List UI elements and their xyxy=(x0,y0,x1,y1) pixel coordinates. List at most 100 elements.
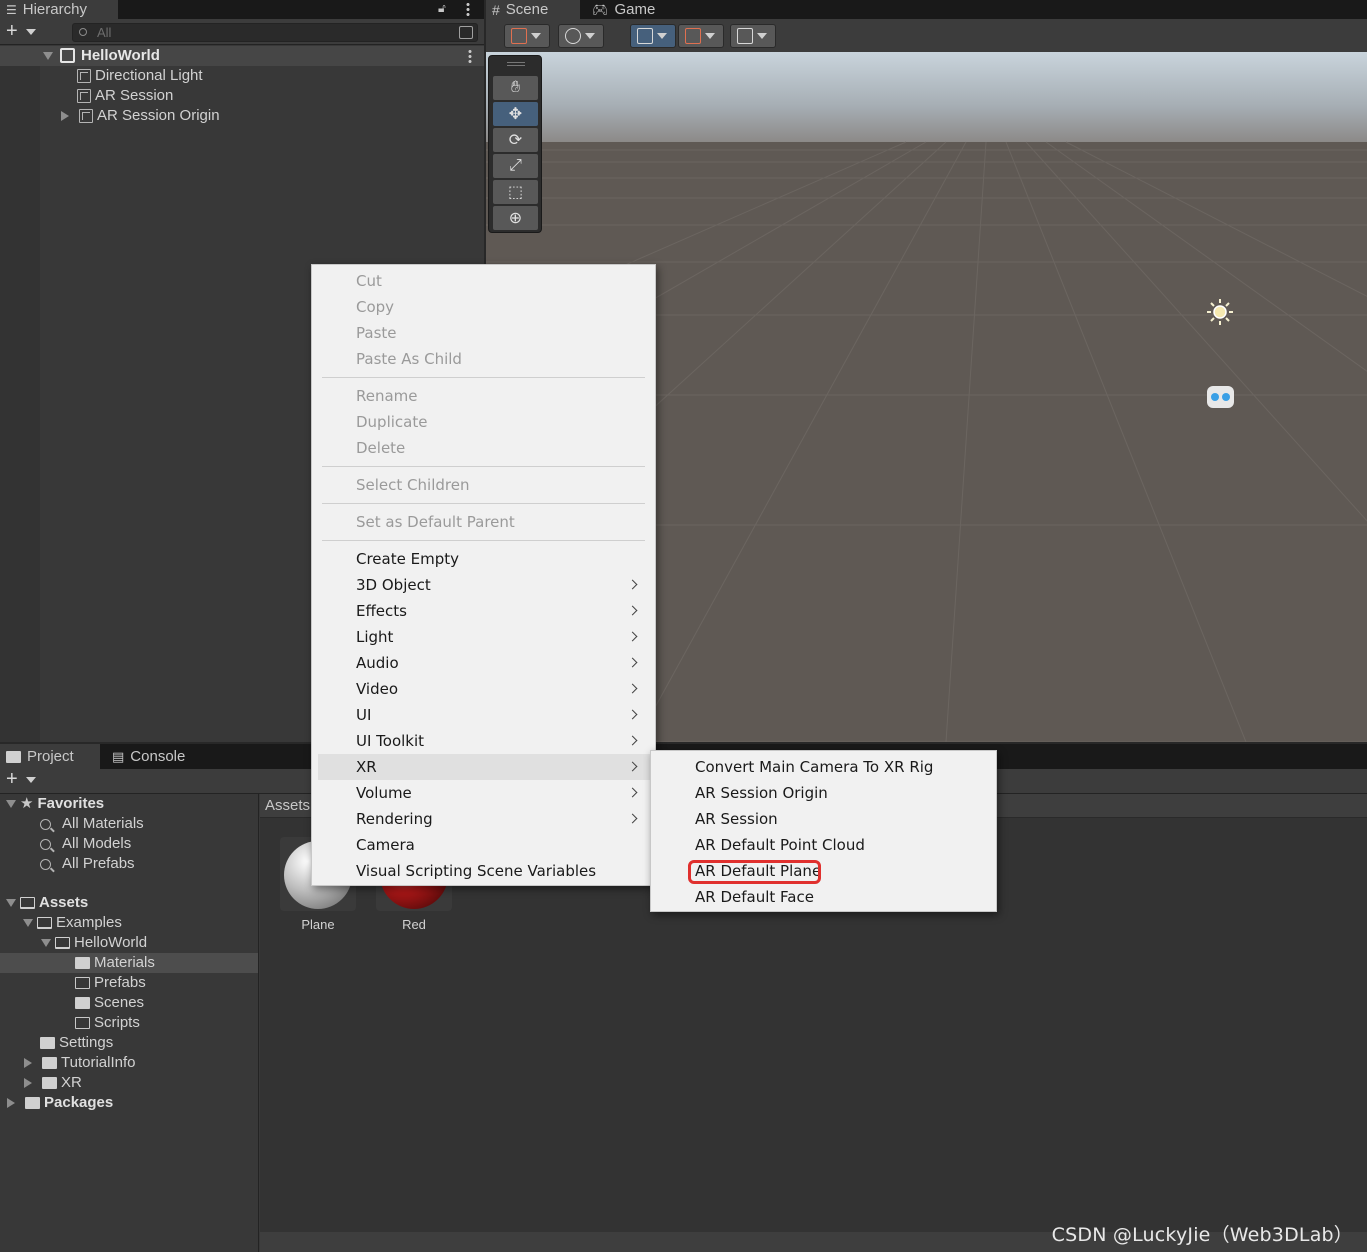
expand-arrow-icon[interactable] xyxy=(7,1098,15,1108)
chevron-right-icon xyxy=(627,657,638,668)
expand-arrow-icon[interactable] xyxy=(61,111,69,121)
breadcrumb-assets[interactable]: Assets xyxy=(265,797,310,814)
menu-item-paste[interactable]: Paste xyxy=(318,320,650,346)
hierarchy-menu-icon[interactable] xyxy=(466,2,470,16)
menu-item-xr[interactable]: XR xyxy=(318,754,650,780)
folder-icon xyxy=(25,1097,40,1109)
menu-item-volume[interactable]: Volume xyxy=(318,780,650,806)
hierarchy-item-directional-light[interactable]: Directional Light xyxy=(77,66,203,86)
menu-item-ui-toolkit[interactable]: UI Toolkit xyxy=(318,728,650,754)
rotate-tool-button[interactable]: ⟳ xyxy=(493,128,538,152)
tree-packages[interactable]: Packages xyxy=(7,1093,113,1113)
context-menu: Cut Copy Paste Paste As Child Rename Dup… xyxy=(311,264,656,886)
gameobject-icon xyxy=(77,69,91,83)
tab-project[interactable]: Project xyxy=(0,744,100,769)
tab-hierarchy-label: Hierarchy xyxy=(22,0,87,18)
menu-item-cut[interactable]: Cut xyxy=(318,268,650,294)
collapse-arrow-icon[interactable] xyxy=(6,800,16,808)
menu-item-rename[interactable]: Rename xyxy=(318,383,650,409)
expand-arrow-icon[interactable] xyxy=(24,1058,32,1068)
tree-scenes[interactable]: Scenes xyxy=(75,993,144,1013)
scene-menu-icon[interactable] xyxy=(468,49,472,63)
project-tree: ★ Favorites All Materials All Models All… xyxy=(0,794,259,1252)
menu-item-copy[interactable]: Copy xyxy=(318,294,650,320)
menu-item-duplicate[interactable]: Duplicate xyxy=(318,409,650,435)
tree-all-prefabs[interactable]: All Prefabs xyxy=(40,854,135,874)
tab-console[interactable]: ▤ Console xyxy=(106,744,193,769)
tree-xr[interactable]: XR xyxy=(24,1073,82,1093)
search-placeholder: All xyxy=(97,25,112,40)
tree-tutorialinfo[interactable]: TutorialInfo xyxy=(24,1053,135,1073)
hierarchy-search-input[interactable]: All xyxy=(72,23,478,42)
menu-item-delete[interactable]: Delete xyxy=(318,435,650,461)
scale-tool-button[interactable]: ⤢ xyxy=(493,154,538,178)
hand-tool-button[interactable]: ✋︎ xyxy=(493,76,538,100)
hierarchy-item-label: AR Session Origin xyxy=(97,107,220,124)
tree-favorites[interactable]: ★ Favorites xyxy=(6,794,104,814)
tree-all-materials[interactable]: All Materials xyxy=(40,814,144,834)
menu-item-select-children[interactable]: Select Children xyxy=(318,472,650,498)
menu-item-paste-as-child[interactable]: Paste As Child xyxy=(318,346,650,372)
create-asset-button[interactable]: + xyxy=(6,769,40,790)
chevron-right-icon xyxy=(627,709,638,720)
collapse-arrow-icon[interactable] xyxy=(43,52,53,60)
rect-tool-button[interactable]: ⬚ xyxy=(493,180,538,204)
menu-item-rendering[interactable]: Rendering xyxy=(318,806,650,832)
folder-icon xyxy=(6,750,21,763)
menu-item-visual-scripting-scene-variables[interactable]: Visual Scripting Scene Variables xyxy=(318,858,650,884)
scene-row[interactable]: HelloWorld xyxy=(0,46,484,66)
tree-helloworld[interactable]: HelloWorld xyxy=(41,933,147,953)
collapse-arrow-icon[interactable] xyxy=(41,939,51,947)
tree-materials[interactable]: Materials xyxy=(75,953,155,973)
transform-tool-button[interactable]: ⊕ xyxy=(493,206,538,230)
chevron-right-icon xyxy=(627,735,638,746)
menu-item-camera[interactable]: Camera xyxy=(318,832,650,858)
menu-item-convert-main-camera[interactable]: Convert Main Camera To XR Rig xyxy=(657,754,993,780)
settings-label: Settings xyxy=(59,1034,114,1051)
create-button[interactable]: + xyxy=(6,21,40,42)
collapse-arrow-icon[interactable] xyxy=(6,899,16,907)
tree-prefabs[interactable]: Prefabs xyxy=(75,973,146,993)
menu-separator xyxy=(322,540,645,541)
move-tool-button[interactable]: ✥ xyxy=(493,102,538,126)
rotate-icon: ⟳ xyxy=(508,132,523,149)
gameobject-icon xyxy=(79,109,93,123)
menu-item-set-default-parent[interactable]: Set as Default Parent xyxy=(318,509,650,535)
scene-filter-icon[interactable] xyxy=(459,26,473,39)
menu-item-video[interactable]: Video xyxy=(318,676,650,702)
tab-project-label: Project xyxy=(27,747,74,765)
menu-item-audio[interactable]: Audio xyxy=(318,650,650,676)
drag-handle[interactable] xyxy=(507,62,525,66)
hierarchy-item-ar-session-origin[interactable]: AR Session Origin xyxy=(61,106,220,126)
menu-item-ar-session[interactable]: AR Session xyxy=(657,806,993,832)
tree-all-models[interactable]: All Models xyxy=(40,834,131,854)
menu-item-ar-session-origin[interactable]: AR Session Origin xyxy=(657,780,993,806)
menu-item-label: 3D Object xyxy=(356,576,431,594)
menu-item-label: UI Toolkit xyxy=(356,732,425,750)
tree-scripts[interactable]: Scripts xyxy=(75,1013,140,1033)
scene-name: HelloWorld xyxy=(81,47,160,64)
folder-open-icon xyxy=(20,897,35,909)
menu-item-ar-default-face[interactable]: AR Default Face xyxy=(657,884,993,910)
collapse-arrow-icon[interactable] xyxy=(23,919,33,927)
menu-item-create-empty[interactable]: Create Empty xyxy=(318,546,650,572)
hierarchy-item-ar-session[interactable]: AR Session xyxy=(77,86,173,106)
chevron-right-icon xyxy=(627,631,638,642)
hand-icon: ✋︎ xyxy=(510,79,521,96)
menu-separator xyxy=(322,466,645,467)
expand-arrow-icon[interactable] xyxy=(24,1078,32,1088)
scale-icon: ⤢ xyxy=(509,157,522,174)
lock-icon[interactable]: 🔓︎ xyxy=(438,1,446,16)
tab-hierarchy[interactable]: ☰ Hierarchy xyxy=(0,0,118,19)
tree-examples[interactable]: Examples xyxy=(23,913,122,933)
tree-assets[interactable]: Assets xyxy=(6,893,88,913)
light-gizmo-icon[interactable] xyxy=(1206,298,1234,326)
menu-item-ui[interactable]: UI xyxy=(318,702,650,728)
ar-session-gizmo-icon[interactable] xyxy=(1207,386,1234,408)
menu-item-ar-default-point-cloud[interactable]: AR Default Point Cloud xyxy=(657,832,993,858)
menu-item-3d-object[interactable]: 3D Object xyxy=(318,572,650,598)
folder-icon xyxy=(40,1037,55,1049)
menu-item-light[interactable]: Light xyxy=(318,624,650,650)
tree-settings[interactable]: Settings xyxy=(40,1033,113,1053)
menu-item-effects[interactable]: Effects xyxy=(318,598,650,624)
